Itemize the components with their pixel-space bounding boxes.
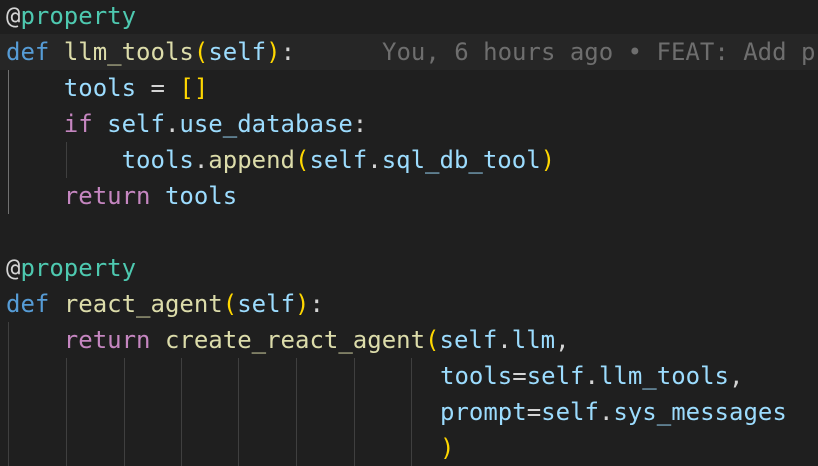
paren-open: (	[425, 326, 440, 354]
attribute: llm	[511, 326, 556, 354]
variable: tools	[164, 182, 238, 210]
attribute: llm_tools	[598, 362, 729, 390]
code-line[interactable]: tools = []	[6, 70, 209, 106]
function-name: react_agent	[63, 290, 223, 318]
colon: :	[352, 110, 368, 138]
keyword-if: if	[63, 110, 93, 138]
dot: .	[367, 146, 382, 174]
self-ref: self	[439, 326, 498, 354]
operator: =	[526, 398, 542, 426]
bracket-close: ]	[193, 74, 209, 102]
comma: ,	[729, 362, 744, 390]
indent-guide	[354, 358, 355, 466]
code-line[interactable]: @property	[6, 250, 136, 286]
keyword-def: def	[6, 290, 50, 318]
code-editor[interactable]: @property def llm_tools(self): You, 6 ho…	[0, 0, 818, 466]
colon: :	[280, 38, 296, 66]
keyword-return: return	[63, 326, 151, 354]
self-ref: self	[309, 146, 368, 174]
dot: .	[598, 398, 614, 426]
keyword-arg: prompt	[440, 398, 527, 426]
decorator-at: @	[6, 2, 21, 30]
param-self: self	[237, 290, 296, 318]
code-line[interactable]: tools=self.llm_tools,	[440, 358, 743, 394]
dot: .	[193, 146, 209, 174]
dot: .	[497, 326, 512, 354]
code-line[interactable]: )	[440, 430, 454, 466]
code-line[interactable]: if self.use_database:	[6, 106, 367, 142]
code-line[interactable]: return create_react_agent(self.llm,	[6, 322, 570, 358]
code-line[interactable]: return tools	[6, 178, 237, 214]
indent-guide	[238, 358, 239, 466]
dot: .	[584, 362, 599, 390]
paren-open: (	[193, 38, 209, 66]
keyword-def: def	[6, 38, 50, 66]
git-blame-annotation[interactable]: You, 6 hours ago • FEAT: Add p	[382, 34, 815, 70]
keyword-return: return	[63, 182, 151, 210]
self-ref: self	[541, 398, 599, 426]
self-ref: self	[107, 110, 165, 138]
indent-guide	[66, 358, 67, 466]
attribute: sys_messages	[613, 398, 787, 426]
operator: =	[512, 362, 527, 390]
code-line[interactable]: @property	[6, 0, 136, 34]
paren-close: )	[295, 290, 310, 318]
decorator-name: property	[20, 254, 137, 282]
function-call: create_react_agent	[164, 326, 426, 354]
code-line[interactable]: tools.append(self.sql_db_tool)	[6, 142, 556, 178]
param-self: self	[208, 38, 267, 66]
paren-open: (	[222, 290, 238, 318]
indent-guide	[411, 358, 412, 466]
paren-open: (	[295, 146, 310, 174]
operator: =	[136, 74, 180, 102]
self-ref: self	[526, 362, 585, 390]
code-line[interactable]: prompt=self.sys_messages	[440, 394, 787, 430]
indent-guide	[124, 358, 125, 466]
comma: ,	[555, 326, 570, 354]
paren-close: )	[440, 434, 455, 462]
bracket-open: [	[179, 74, 194, 102]
decorator-at: @	[6, 254, 21, 282]
dot: .	[164, 110, 180, 138]
code-line[interactable]: def react_agent(self):	[6, 286, 324, 322]
method-name: append	[208, 146, 295, 174]
function-name: llm_tools	[63, 38, 194, 66]
indent-guide	[296, 358, 297, 466]
attribute: sql_db_tool	[381, 146, 541, 174]
paren-close: )	[540, 146, 556, 174]
attribute: use_database	[179, 110, 353, 138]
variable: tools	[63, 74, 137, 102]
paren-close: )	[266, 38, 281, 66]
keyword-arg: tools	[440, 362, 513, 390]
variable: tools	[121, 146, 194, 174]
code-line[interactable]: def llm_tools(self):	[6, 34, 295, 70]
decorator-name: property	[20, 2, 137, 30]
indent-guide	[181, 358, 182, 466]
colon: :	[309, 290, 324, 318]
